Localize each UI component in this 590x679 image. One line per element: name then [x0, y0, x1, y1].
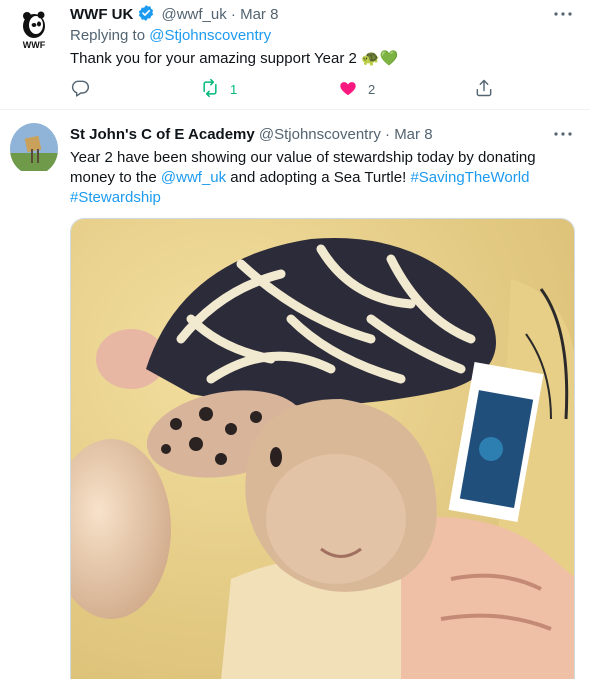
reply-prefix: Replying to	[70, 27, 146, 44]
school-sign-avatar-icon	[10, 123, 58, 171]
hashtag-link[interactable]: #Stewardship	[70, 189, 161, 206]
turtle-emoji: 🐢	[361, 50, 380, 67]
tweet-text-part2: and adopting a Sea Turtle!	[226, 169, 411, 186]
tweet-wwf[interactable]: WWF WWF UK @wwf_uk · Mar 8 Replying to @…	[0, 0, 590, 110]
tweet1-actions: 1 2	[66, 78, 506, 100]
reply-mention-link[interactable]: @Stjohnscoventry	[149, 27, 271, 44]
wwf-logo-text: WWF	[23, 40, 46, 50]
reply-icon	[70, 78, 90, 101]
like-button[interactable]: 2	[338, 78, 375, 101]
handle[interactable]: @wwf_uk	[161, 6, 226, 23]
green-heart-emoji: 💚	[379, 50, 399, 67]
retweet-button[interactable]: 1	[200, 78, 237, 101]
mention-link[interactable]: @wwf_uk	[161, 169, 226, 186]
verified-badge-icon	[137, 4, 155, 26]
reply-context: Replying to @Stjohnscoventry	[70, 27, 271, 44]
like-icon	[338, 78, 358, 101]
like-count: 2	[368, 82, 376, 97]
separator: ·	[230, 6, 236, 23]
panda-logo-icon: WWF	[10, 6, 58, 54]
tweet-photo[interactable]	[70, 218, 575, 679]
tweet2-header: St John's C of E Academy @Stjohnscoventr…	[70, 126, 433, 143]
handle[interactable]: @Stjohnscoventry	[259, 126, 381, 143]
tweet2-text: Year 2 have been showing our value of st…	[70, 148, 575, 208]
hashtag-link[interactable]: #SavingTheWorld	[410, 169, 529, 186]
display-name[interactable]: WWF UK	[70, 6, 133, 23]
more-icon[interactable]	[552, 6, 574, 22]
separator: ·	[385, 126, 391, 143]
reply-button[interactable]	[70, 78, 90, 101]
more-icon[interactable]	[552, 126, 574, 142]
retweet-icon	[200, 78, 220, 101]
retweet-count: 1	[230, 82, 238, 97]
share-button[interactable]	[474, 78, 494, 101]
display-name[interactable]: St John's C of E Academy	[70, 126, 255, 143]
tweet1-text: Thank you for your amazing support Year …	[70, 49, 398, 67]
tweet1-header: WWF UK @wwf_uk · Mar 8	[70, 4, 278, 26]
turtle-plush-photo	[71, 219, 574, 679]
timestamp[interactable]: Mar 8	[240, 6, 278, 23]
timestamp[interactable]: Mar 8	[394, 126, 432, 143]
wwf-avatar[interactable]: WWF	[10, 6, 58, 54]
share-icon	[474, 78, 494, 101]
tweet-text: Thank you for your amazing support Year …	[70, 50, 357, 67]
stjohns-avatar[interactable]	[10, 123, 58, 175]
